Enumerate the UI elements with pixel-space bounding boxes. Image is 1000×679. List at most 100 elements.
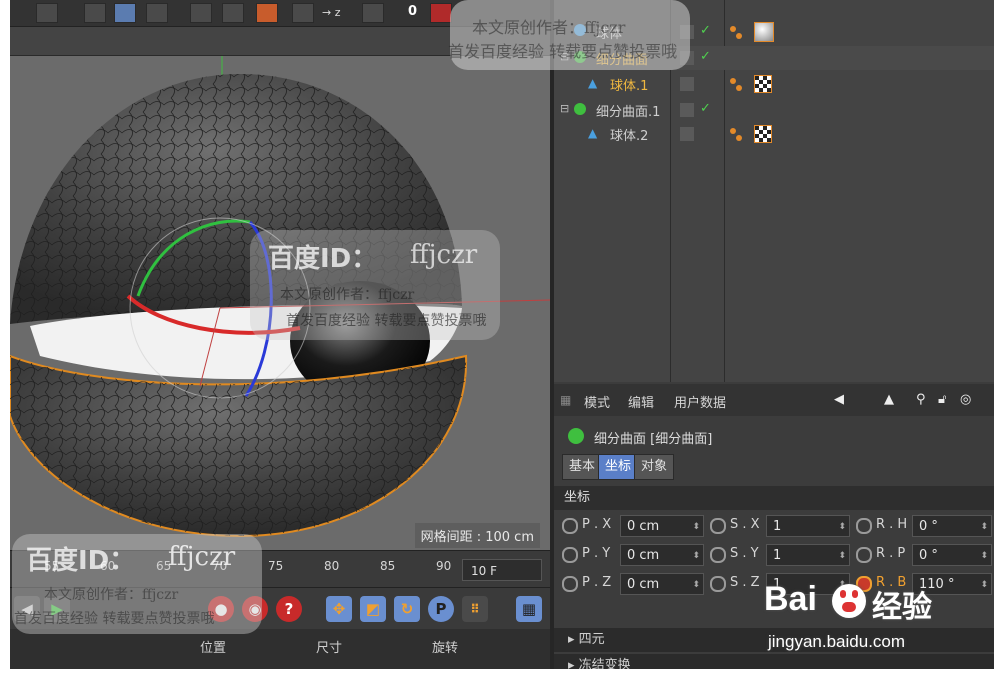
viewport-3d[interactable]: 网格间距 : 100 cm: [10, 56, 550, 550]
material-sphere-icon[interactable]: [754, 22, 774, 42]
tool-icon[interactable]: [84, 3, 106, 23]
field-value: 0 cm: [627, 519, 660, 534]
spinner-icon[interactable]: ⬍: [980, 516, 988, 538]
tab-basic[interactable]: 基本: [562, 454, 603, 480]
play-icon[interactable]: ▶: [44, 596, 70, 622]
film-strip-icon[interactable]: ▦: [516, 596, 542, 622]
grip-icon: ▦: [560, 393, 572, 407]
target-icon[interactable]: ◎: [960, 392, 971, 407]
object-row[interactable]: 球体 ✓: [554, 20, 994, 44]
viewport-menu-bar: [10, 27, 550, 56]
sy-field[interactable]: 1 ⬍: [766, 544, 850, 566]
spinner-icon[interactable]: ⬍: [692, 545, 700, 567]
py-field[interactable]: 0 cm ⬍: [620, 544, 704, 566]
tag-icon: [736, 135, 742, 141]
tag-icon: [736, 85, 742, 91]
param-label: R . P: [876, 546, 906, 561]
checker-material-icon[interactable]: [754, 75, 772, 93]
tab-object[interactable]: 对象: [634, 454, 675, 480]
object-row[interactable]: ▲ 球体.2: [554, 122, 994, 146]
visibility-icon[interactable]: [680, 51, 694, 65]
check-icon[interactable]: ✓: [700, 101, 711, 116]
keyframe-radio[interactable]: [856, 518, 872, 534]
keyframe-radio[interactable]: [562, 547, 578, 563]
tool-icon[interactable]: [292, 3, 314, 23]
deformer-icon[interactable]: [256, 3, 278, 23]
dots-grid-icon[interactable]: ⠿: [462, 596, 488, 622]
object-row-selected[interactable]: ⊟ 细分曲面 ✓: [554, 46, 994, 70]
help-icon[interactable]: ?: [276, 596, 302, 622]
tool-icon[interactable]: [36, 3, 58, 23]
menu-edit[interactable]: 编辑: [628, 392, 654, 411]
field-value: 1: [773, 548, 782, 563]
counter-label: 0: [408, 4, 418, 19]
scale-tool-icon[interactable]: ◩: [360, 596, 386, 622]
current-frame-field[interactable]: 10 F: [462, 559, 542, 581]
param-row: P . X 0 cm ⬍ S . X 1 ⬍ R . H 0 ° ⬍: [554, 512, 994, 540]
menu-mode[interactable]: 模式: [584, 392, 610, 411]
paw-pad: [842, 602, 856, 612]
tool-icon[interactable]: [362, 3, 384, 23]
keyframe-radio[interactable]: [562, 576, 578, 592]
param-label: S . Z: [730, 575, 760, 590]
record-icon[interactable]: [430, 3, 452, 23]
timeline[interactable]: 55 60 65 70 75 80 85 90 10 F: [10, 550, 550, 587]
paw-icon: [832, 584, 866, 618]
px-field[interactable]: 0 cm ⬍: [620, 515, 704, 537]
record-key-icon[interactable]: ●: [208, 596, 234, 622]
check-icon[interactable]: ✓: [700, 49, 711, 64]
app-window: → z 0 网格间距: 100 cm 55 60 65 70 75 80 85…: [10, 0, 994, 669]
keyframe-radio[interactable]: [856, 547, 872, 563]
timeline-tick: 65: [156, 559, 172, 573]
param-label: P . Z: [582, 575, 612, 590]
timeline-tick: 75: [268, 559, 284, 573]
spinner-icon[interactable]: ⬍: [838, 516, 846, 538]
lock-icon[interactable]: 🔓︎: [938, 392, 946, 407]
spinner-icon[interactable]: ⬍: [692, 574, 700, 596]
move-tool-icon[interactable]: ✥: [326, 596, 352, 622]
object-row[interactable]: ▲ 球体.1: [554, 72, 994, 96]
grid-icon[interactable]: [114, 3, 136, 23]
rp-field[interactable]: 0 ° ⬍: [912, 544, 992, 566]
check-icon[interactable]: ✓: [700, 23, 711, 38]
axis-toggle[interactable]: → z: [322, 6, 341, 19]
back-arrow-icon[interactable]: ◀: [834, 392, 844, 407]
keyframe-radio[interactable]: [710, 547, 726, 563]
checker-material-icon[interactable]: [754, 125, 772, 143]
rotation-header: 旋转: [432, 641, 459, 656]
brand-jingyan: 经验: [872, 590, 932, 625]
visibility-icon[interactable]: [680, 77, 694, 91]
lower-shell-mesh: [10, 356, 467, 536]
object-row[interactable]: ⊟ 细分曲面.1 ✓: [554, 98, 994, 122]
spinner-icon[interactable]: ⬍: [980, 545, 988, 567]
keyframe-radio[interactable]: [562, 518, 578, 534]
tree-collapse-icon[interactable]: ⊟: [560, 102, 569, 115]
up-arrow-icon[interactable]: ▲: [884, 392, 894, 407]
paw-toe: [852, 590, 858, 598]
search-icon[interactable]: ⚲: [916, 392, 926, 407]
spinner-icon[interactable]: ⬍: [692, 516, 700, 538]
prev-frame-icon[interactable]: ◀: [14, 596, 40, 622]
keyframe-radio[interactable]: [710, 576, 726, 592]
sx-field[interactable]: 1 ⬍: [766, 515, 850, 537]
param-icon[interactable]: P: [428, 596, 454, 622]
visibility-icon[interactable]: [680, 25, 694, 39]
visibility-icon[interactable]: [680, 103, 694, 117]
pz-field[interactable]: 0 cm ⬍: [620, 573, 704, 595]
brand-text: Bai: [764, 580, 817, 618]
tree-collapse-icon[interactable]: ⊟: [560, 50, 569, 63]
tool-icon[interactable]: [190, 3, 212, 23]
param-row: P . Y 0 cm ⬍ S . Y 1 ⬍ R . P 0 ° ⬍: [554, 541, 994, 569]
spinner-icon[interactable]: ⬍: [838, 545, 846, 567]
visibility-icon[interactable]: [680, 127, 694, 141]
keyframe-radio[interactable]: [710, 518, 726, 534]
tab-coord[interactable]: 坐标: [598, 454, 639, 480]
camera-icon[interactable]: [146, 3, 168, 23]
field-value: 0 °: [919, 519, 938, 534]
paw-toe: [840, 590, 846, 598]
rotate-tool-icon[interactable]: ↻: [394, 596, 420, 622]
menu-user-data[interactable]: 用户数据: [674, 392, 726, 411]
auto-key-icon[interactable]: ◉: [242, 596, 268, 622]
tool-icon[interactable]: [222, 3, 244, 23]
rh-field[interactable]: 0 ° ⬍: [912, 515, 992, 537]
